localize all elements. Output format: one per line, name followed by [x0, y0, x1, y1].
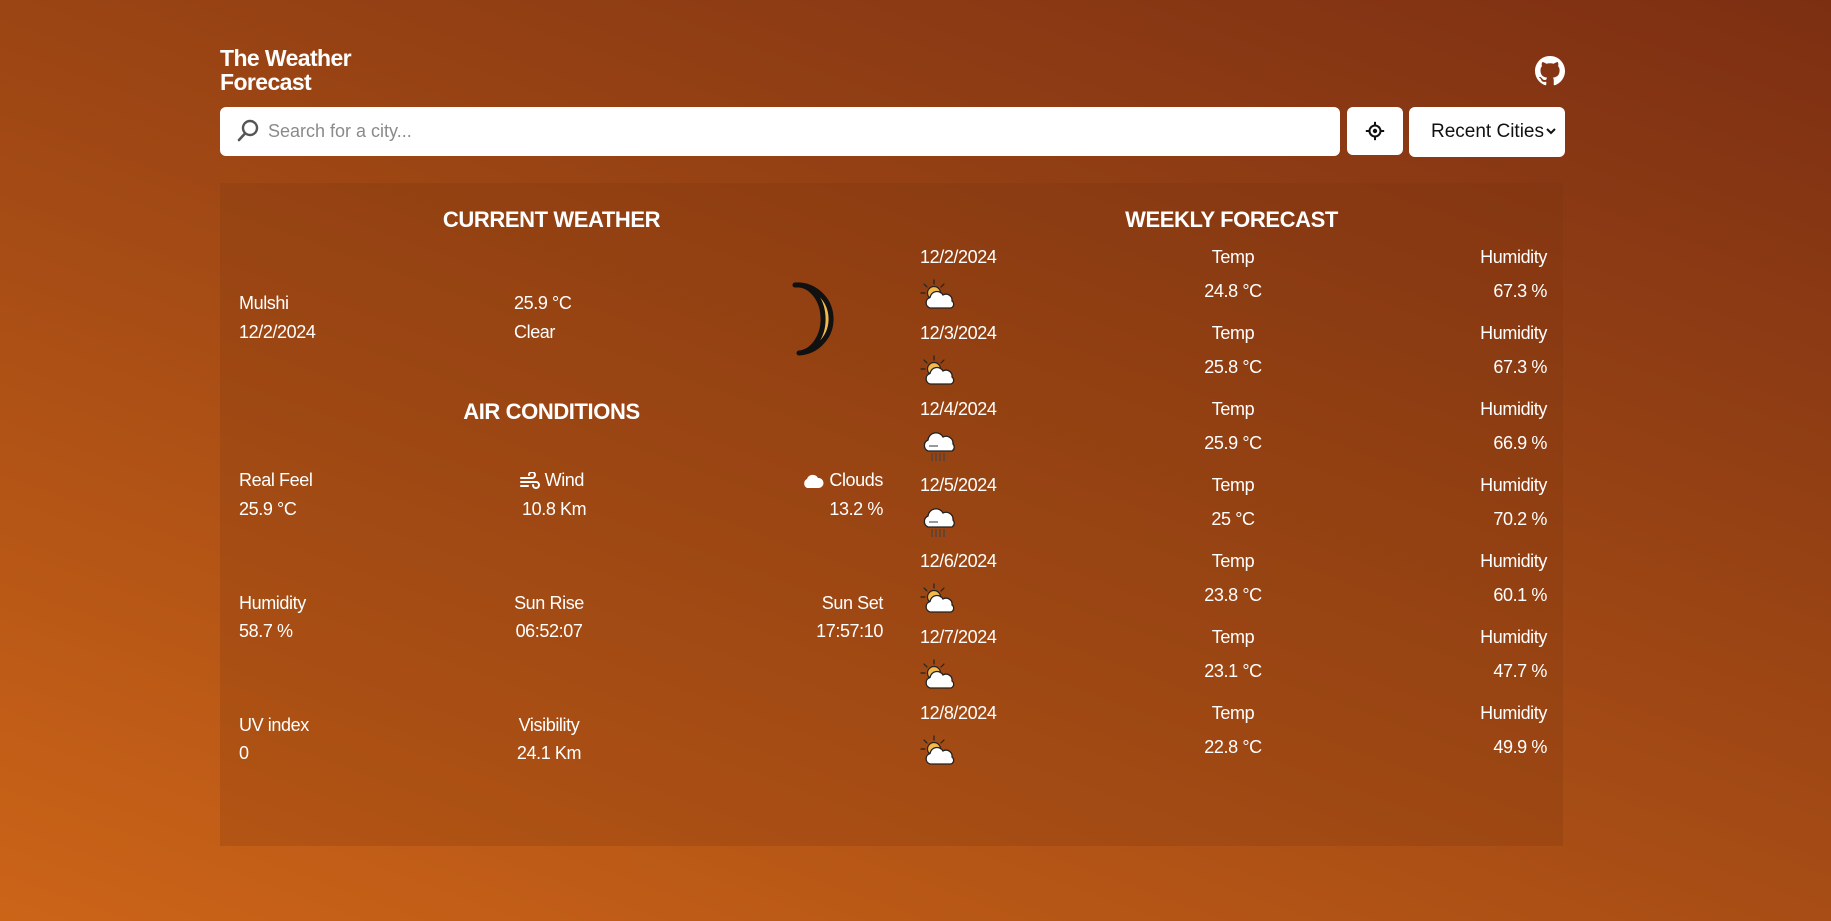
forecast-date: 12/3/2024 [920, 323, 997, 343]
current-date: 12/2/2024 [239, 322, 316, 342]
wind-label: Wind [544, 470, 585, 490]
sunset-value: 17:57:10 [816, 621, 883, 641]
search-row: Recent Cities [220, 107, 1565, 157]
search-input[interactable] [268, 107, 1328, 156]
sunset-label: Sun Set [821, 593, 884, 613]
humidity-label: Humidity [239, 593, 306, 613]
wind-icon [520, 472, 540, 490]
forecast-temp: 22.8 °C [1204, 737, 1262, 757]
search-icon [237, 119, 259, 142]
forecast-humidity-label: Humidity [1480, 703, 1547, 723]
forecast-row: 12/7/2024 Temp 23.1 °C Humidity 47.7 % [920, 625, 1547, 695]
forecast-temp-label: Temp [1211, 399, 1255, 419]
visibility-value: 24.1 Km [516, 743, 582, 763]
forecast-humidity-label: Humidity [1480, 399, 1547, 419]
clouds-value: 13.2 % [829, 499, 883, 519]
sunrise-label: Sun Rise [514, 593, 584, 613]
forecast-humidity-label: Humidity [1480, 323, 1547, 343]
forecast-temp: 25 °C [1211, 509, 1255, 529]
partly-cloudy-icon [920, 735, 958, 767]
forecast-temp: 23.1 °C [1204, 661, 1262, 681]
partly-cloudy-icon [920, 279, 958, 311]
forecast-humidity: 67.3 % [1493, 357, 1547, 377]
forecast-humidity: 60.1 % [1493, 585, 1547, 605]
rain-cloud-icon [920, 431, 958, 463]
partly-cloudy-icon [920, 659, 958, 691]
crosshair-icon [1365, 121, 1385, 141]
uv-index-label: UV index [239, 715, 309, 735]
cloud-icon [803, 475, 824, 489]
forecast-temp-label: Temp [1211, 551, 1255, 571]
air-conditions-heading: AIR CONDITIONS [463, 399, 640, 424]
forecast-temp-label: Temp [1211, 475, 1255, 495]
current-weather-heading: CURRENT WEATHER [442, 207, 661, 232]
forecast-date: 12/5/2024 [920, 475, 997, 495]
forecast-row: 12/6/2024 Temp 23.8 °C Humidity 60.1 % [920, 549, 1547, 619]
forecast-date: 12/4/2024 [920, 399, 997, 419]
clouds-label-group: Clouds [801, 468, 883, 492]
weekly-forecast-heading: WEEKLY FORECAST [1125, 207, 1338, 232]
forecast-date: 12/7/2024 [920, 627, 997, 647]
search-box [220, 107, 1340, 156]
rain-cloud-icon [920, 507, 958, 539]
visibility-label: Visibility [518, 715, 580, 735]
forecast-row: 12/2/2024 Temp 24.8 °C Humidity 67.3 % [920, 245, 1547, 315]
forecast-date: 12/6/2024 [920, 551, 997, 571]
forecast-temp-label: Temp [1211, 703, 1255, 723]
real-feel-label: Real Feel [239, 470, 313, 490]
forecast-temp-label: Temp [1211, 323, 1255, 343]
wind-label-group: Wind [520, 468, 584, 492]
recent-cities-label: Recent Cities [1431, 121, 1544, 142]
github-icon[interactable] [1535, 56, 1565, 86]
forecast-humidity-label: Humidity [1480, 247, 1547, 267]
current-description: Clear [514, 322, 556, 342]
recent-cities-select[interactable]: Recent Cities [1409, 107, 1565, 157]
partly-cloudy-icon [920, 355, 958, 387]
forecast-temp: 24.8 °C [1204, 281, 1262, 301]
forecast-row: 12/5/2024 Temp 25 °C Humidity 70.2 % [920, 473, 1547, 543]
forecast-temp: 23.8 °C [1204, 585, 1262, 605]
app-title: The Weather Forecast [220, 45, 352, 95]
uv-index-value: 0 [239, 743, 249, 763]
partly-cloudy-icon [920, 583, 958, 615]
forecast-humidity: 70.2 % [1493, 509, 1547, 529]
forecast-humidity-label: Humidity [1480, 475, 1547, 495]
clouds-label: Clouds [829, 470, 883, 490]
forecast-humidity: 49.9 % [1493, 737, 1547, 757]
forecast-row: 12/8/2024 Temp 22.8 °C Humidity 49.9 % [920, 701, 1547, 771]
app-header: The Weather Forecast [220, 46, 1565, 96]
forecast-temp: 25.8 °C [1204, 357, 1262, 377]
city-name: Mulshi [239, 293, 289, 313]
moon-icon [792, 282, 834, 356]
forecast-temp-label: Temp [1211, 627, 1255, 647]
forecast-row: 12/4/2024 Temp 25.9 °C Humidity 66.9 % [920, 397, 1547, 467]
forecast-temp: 25.9 °C [1204, 433, 1262, 453]
current-temp: 25.9 °C [514, 293, 572, 313]
chevron-down-icon [1546, 128, 1556, 135]
forecast-date: 12/2/2024 [920, 247, 997, 267]
forecast-humidity: 47.7 % [1493, 661, 1547, 681]
sunrise-value: 06:52:07 [515, 621, 583, 641]
real-feel-value: 25.9 °C [239, 499, 297, 519]
forecast-humidity-label: Humidity [1480, 551, 1547, 571]
forecast-temp-label: Temp [1211, 247, 1255, 267]
current-location-button[interactable] [1347, 107, 1403, 155]
weather-panel: CURRENT WEATHER Mulshi 12/2/2024 25.9 °C… [220, 183, 1563, 846]
forecast-row: 12/3/2024 Temp 25.8 °C Humidity 67.3 % [920, 321, 1547, 391]
forecast-humidity: 67.3 % [1493, 281, 1547, 301]
forecast-humidity: 66.9 % [1493, 433, 1547, 453]
wind-value: 10.8 Km [522, 499, 587, 519]
forecast-humidity-label: Humidity [1480, 627, 1547, 647]
humidity-value: 58.7 % [239, 621, 293, 641]
forecast-date: 12/8/2024 [920, 703, 997, 723]
